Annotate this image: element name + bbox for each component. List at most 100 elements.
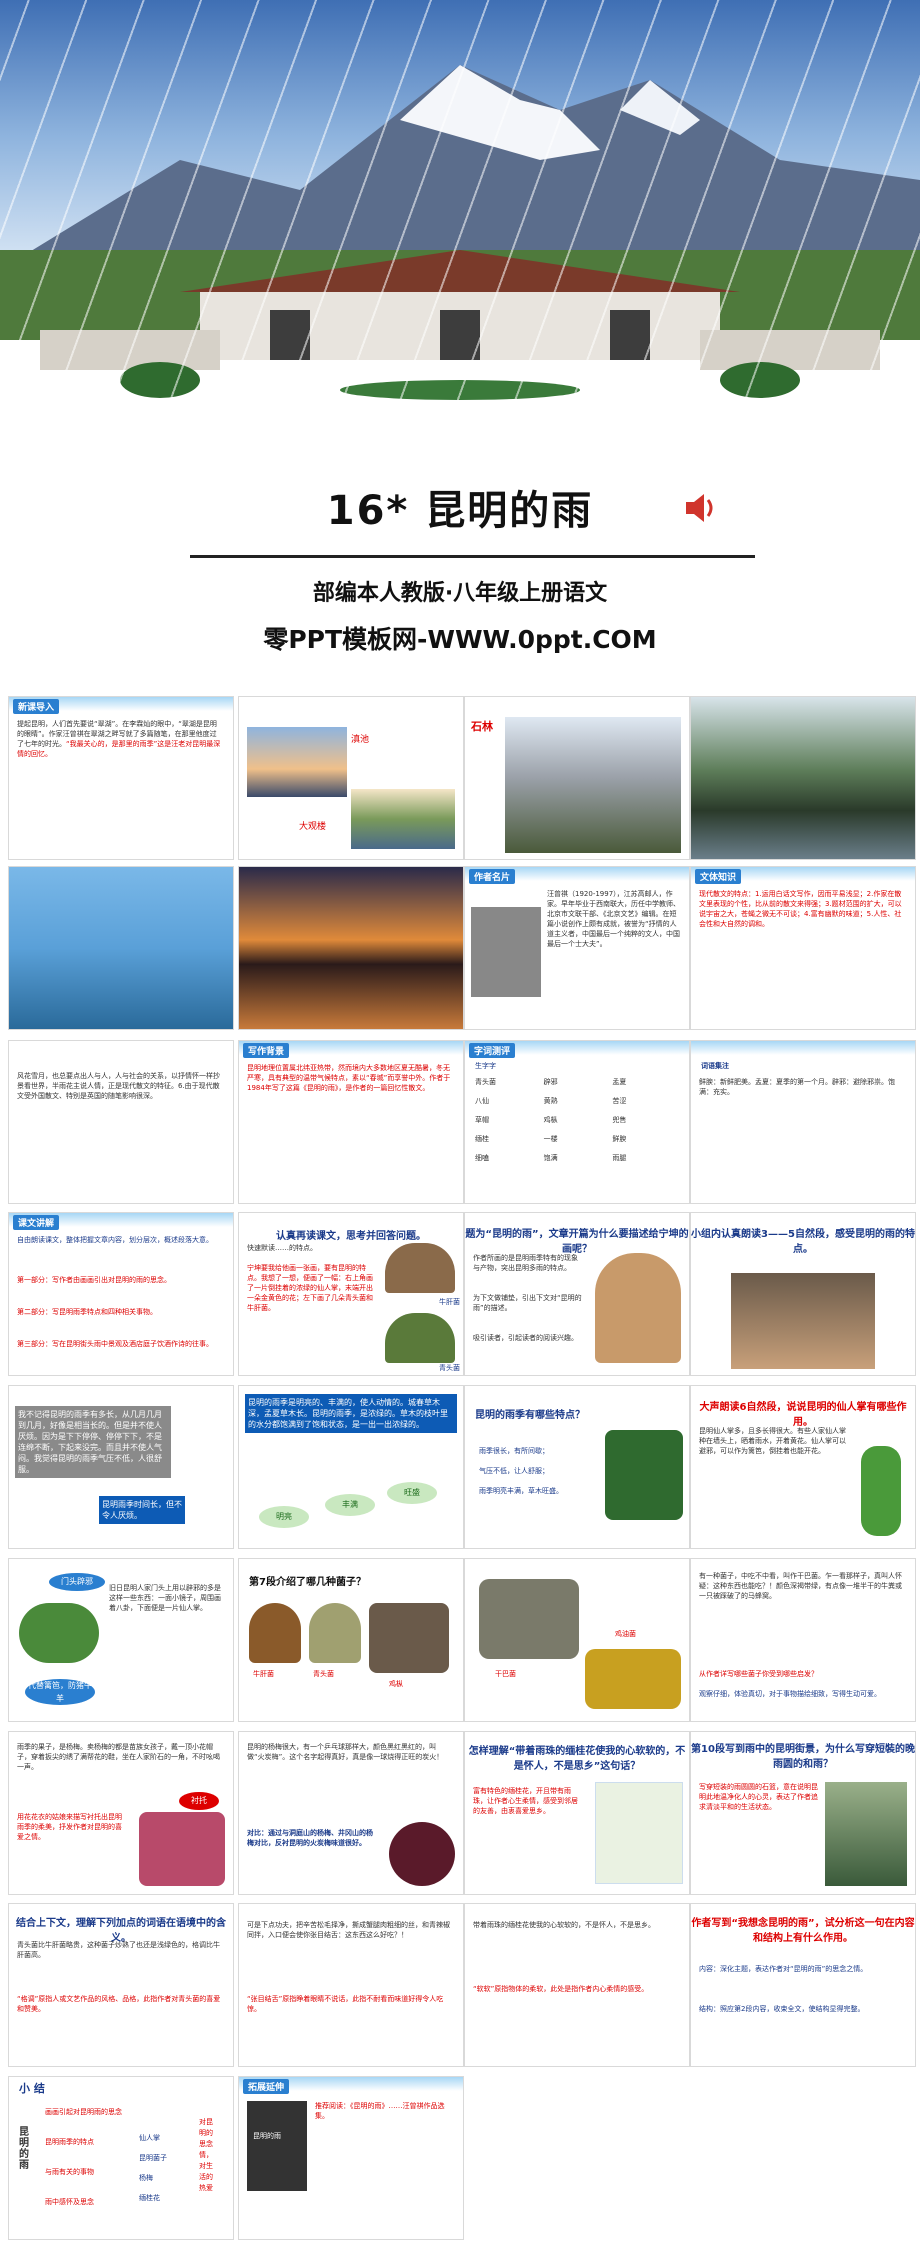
slide-mushrooms[interactable]: 第7段介绍了哪几种菌子？ 牛肝菌 青头菌 鸡枞 [238, 1558, 464, 1722]
hero-banner [0, 0, 920, 468]
girls-photo [139, 1812, 225, 1886]
slide-glossary[interactable]: 词语集注 鲜腴：新鲜肥美。孟夏：夏季的第一个月。辟邪：避除邪祟。饱满：充实。 [690, 1040, 916, 1204]
question-title: 题为“昆明的雨”，文章开篇为什么要描述给宁坤的画呢？ [465, 1229, 689, 1255]
keyword-bubble: 丰满 [325, 1494, 375, 1516]
slide-question1[interactable]: 认真再读课文，思考并回答问题。 快速默读……的特点。 宁坤要我给他画一张画，要有… [238, 1212, 464, 1376]
vocab-grid: 青头菌 辟邪 孟夏 八仙 黄熟 苦涩 草帽 鸡枞 兜售 缅桂 一楼 鲜腴 细嗑 … [475, 1077, 681, 1164]
book-cover: 昆明的雨 [247, 2101, 307, 2191]
slide-header [691, 1041, 915, 1055]
slide-word-context-3[interactable]: 带着雨珠的缅桂花使我的心软软的，不是怀人，不是思乡。 “软软”原指物体的柔软，此… [464, 1903, 690, 2067]
mushroom-name: 牛肝菌 [253, 1670, 274, 1678]
slide-cactus[interactable]: 大声朗读6自然段，说说昆明的仙人掌有哪些作用。 昆明仙人掌多，且多长得很大。有些… [690, 1385, 916, 1549]
vocab-word: 青头菌 [475, 1078, 496, 1086]
slide-label: 拓展延伸 [243, 2079, 290, 2094]
slide-ganba[interactable]: 有一种菌子，中吃不中看，叫作干巴菌。乍一看那样子，真叫人怀疑：这种东西也能吃？！… [690, 1558, 916, 1722]
dianchi-photo [247, 727, 347, 797]
mushroom-photo [309, 1603, 361, 1663]
bubble-label: 门头辟邪 [49, 1573, 105, 1591]
slide-question2[interactable]: 题为“昆明的雨”，文章开篇为什么要描述给宁坤的画呢？ 作者所画的是昆明雨季特有的… [464, 1212, 690, 1376]
answer-3: 吸引读者，引起读者的阅读兴趣。 [473, 1334, 578, 1342]
answer-2: 为下文做铺垫，引出下文对“昆明的雨”的描述。 [473, 1294, 582, 1312]
passage-box: 昆明的雨季是明亮的、丰满的，使人动情的。城春草木深，孟夏草木长。昆明的雨季，是浓… [245, 1394, 457, 1433]
vocab-word: 雨腿 [612, 1154, 627, 1162]
slide-willow-photo[interactable] [8, 866, 234, 1030]
title-divider [190, 555, 755, 558]
slide-label: 写作背景 [243, 1043, 290, 1058]
slide-shilin[interactable]: 石林 [464, 696, 690, 860]
edition-subtitle: 部编本人教版·八年级上册语文 [312, 581, 608, 606]
vocab-word: 鸡枞 [543, 1116, 558, 1124]
mushroom-name: 鸡枞 [389, 1680, 403, 1688]
vocab-word: 饱满 [543, 1154, 558, 1162]
slide-street[interactable]: 第10段写到雨中的昆明街景，为什么写穿短裝的晚雨圆的和雨？ 写穿短装的雨圆圆的石… [690, 1731, 916, 1895]
lake-photo [691, 697, 915, 859]
mushroom-name: 鸡油菌 [615, 1630, 636, 1638]
vocab-word: 兜售 [612, 1116, 627, 1124]
author-portrait [471, 907, 541, 997]
bayberry-text: 雨季的果子，是杨梅。卖杨梅的都是苗族女孩子，戴一顶小花帽子，穿着扳尖的绣了满帮花… [17, 1743, 220, 1771]
slide-extension[interactable]: 拓展延伸 昆明的雨 推荐阅读：《昆明的雨》……汪曾祺作品选集。 [238, 2076, 464, 2240]
slide-word-context-2[interactable]: 可是下点功夫，把辛苦松毛择净，撕成蟹腿肉粗细的丝，和青辣椒同拌，入口便会使你张目… [238, 1903, 464, 2067]
slide-background[interactable]: 写作背景 昆明地理位置属北纬亚热带，然而境内大多数地区夏无酷暑，冬无严寒，具有典… [238, 1040, 464, 1204]
summary-feeling: 对昆明的思念情，对生活的热爱 [199, 2118, 213, 2192]
slide-vocab[interactable]: 字词测评 生字字 青头菌 辟邪 孟夏 八仙 黄熟 苦涩 草帽 鸡枞 兜售 缅桂 … [464, 1040, 690, 1204]
mushroom-photo [249, 1603, 301, 1663]
slide-rain-features[interactable]: 昆明的雨季是明亮的、丰满的，使人动情的。城春草木深，孟夏草木长。昆明的雨季，是浓… [238, 1385, 464, 1549]
summary-bullet: 雨季明亮丰满，草木旺盛。 [479, 1487, 563, 1495]
genre-text: 现代散文的特点：1.运用白话文写作，因而平易浅显；2.作家在散文里表现的个性，比… [699, 890, 902, 928]
passage-summary: 昆明雨季时间长，但不令人厌烦。 [99, 1496, 185, 1524]
ending-content: 内容：深化主题，表达作者对“昆明的雨”的思念之情。 [699, 1965, 868, 1973]
slide-bayberry[interactable]: 昆明的杨梅很大，有一个乒乓球那样大，颜色黑红黑红的，叫做“火炭梅”。这个名字起得… [238, 1731, 464, 1895]
vocab-word: 辟邪 [543, 1078, 558, 1086]
mushroom-question: 第7段介绍了哪几种菌子？ [249, 1577, 366, 1588]
slide-reading-task[interactable]: 小组内认真朗读3——5自然段，感受昆明的雨的特点。 [690, 1212, 916, 1376]
slide-genre-cont[interactable]: 风花雪月，也总要点出人与人，人与社会的关系，以抒情怀一样抄景看世界，半雨花主说人… [8, 1040, 234, 1204]
slide-structure[interactable]: 课文讲解 自由朗读课文，整体把握文章内容，划分层次，概述段落大意。 第一部分：写… [8, 1212, 234, 1376]
slide-dianchi[interactable]: 滇池 大观楼 [238, 696, 464, 860]
vocab-word: 孟夏 [612, 1078, 627, 1086]
summary-sub: 杨梅 [139, 2174, 153, 2182]
passage-box: 我不记得昆明的雨季有多长，从几月几月到几月，好像是相当长的。但是并不使人厌烦。因… [15, 1406, 171, 1478]
genre-cont-text: 风花雪月，也总要点出人与人，人与社会的关系，以抒情怀一样抄景看世界，半雨花主说人… [17, 1072, 220, 1100]
structure-intro: 自由朗读课文，整体把握文章内容，划分层次，概述段落大意。 [17, 1236, 213, 1244]
cactus-illustration [861, 1446, 901, 1536]
slide-intro[interactable]: 新课导入 提起昆明，人们首先要说“翠湖”。在李霖灿的眼中，“翠湖是昆明的眼睛”。… [8, 696, 234, 860]
word-explanation: “软软”原指物体的柔软，此处是指作者内心柔情的感受。 [473, 1985, 649, 1993]
willow-lake-photo [9, 867, 233, 1029]
mushroom-photo [595, 1253, 681, 1363]
slide-lake-photo[interactable] [690, 696, 916, 860]
bayberry-photo [389, 1822, 455, 1886]
task-title: 小组内认真朗读3——5自然段，感受昆明的雨的特点。 [691, 1229, 915, 1255]
slide-michelia[interactable]: 怎样理解“带着雨珠的缅桂花使我的心软软的，不是怀人，不是思乡”这句话？ 富有特色… [464, 1731, 690, 1895]
slide-bayberry-girls[interactable]: 雨季的果子，是杨梅。卖杨梅的都是苗族女孩子，戴一顶小花帽子，穿着扳尖的绣了满帮花… [8, 1731, 234, 1895]
slide-mushrooms-2[interactable]: 干巴菌 鸡油菌 [464, 1558, 690, 1722]
slide-ending[interactable]: 作者写到“我想念昆明的雨”，试分析这一句在内容和结构上有什么作用。 内容：深化主… [690, 1903, 916, 2067]
daguanlou-label: 大观楼 [299, 822, 327, 832]
mushroom-name: 干巴菌 [495, 1670, 516, 1678]
sunset-photo [239, 867, 463, 1029]
slide-summary[interactable]: 小 结 昆明的雨 画画引起对昆明雨的思念 昆明雨季的特点 与雨有关的事物 雨中感… [8, 2076, 234, 2240]
summary-item: 雨中感怀及思念 [45, 2198, 94, 2206]
slide-label: 课文讲解 [13, 1215, 60, 1230]
vocab-word: 细嗑 [475, 1154, 489, 1162]
word-sentence: 可是下点功夫，把辛苦松毛择净，撕成蟹腿肉粗细的丝，和青辣椒同拌，入口便会使你张目… [247, 1921, 450, 1939]
slide-text: 提起昆明，人们首先要说“翠湖”。在李霖灿的眼中，“翠湖是昆明的眼睛”。作家汪曾祺… [17, 719, 223, 759]
slide-genre[interactable]: 文体知识 现代散文的特点：1.运用白话文写作，因而平易浅显；2.作家在散文里表现… [690, 866, 916, 1030]
mushroom-label: 牛肝菌 [439, 1298, 460, 1306]
door-text: 旧日昆明人家门头上用以辟邪的多是这样一些东西：一面小镜子，周围画着八卦，下面便是… [109, 1584, 221, 1612]
michelia-question: 怎样理解“带着雨珠的缅桂花使我的心软软的，不是怀人，不是思乡”这句话？ [468, 1746, 686, 1772]
slide-rain-season[interactable]: 我不记得昆明的雨季有多长，从几月几月到几月，好像是相当长的。但是并不使人厌烦。因… [8, 1385, 234, 1549]
cactus-photo [19, 1603, 99, 1663]
vocab-word: 缅桂 [475, 1135, 489, 1143]
summary-item: 与雨有关的事物 [45, 2168, 94, 2176]
slide-author[interactable]: 作者名片 汪曾祺（1920-1997），江苏高邮人，作家。早年毕业于西南联大，历… [464, 866, 690, 1030]
slide-door-ward[interactable]: 门头辟邪 旧日昆明人家门头上用以辟邪的多是这样一些东西：一面小镜子，周围画着八卦… [8, 1558, 234, 1722]
slide-word-context[interactable]: 结合上下文，理解下列加点的词语在语境中的含义。 青头菌比牛肝菌略贵，这种菌子炒熟… [8, 1903, 234, 2067]
summary-main: 昆明的雨 [19, 2127, 29, 2171]
keyword-bubble: 旺盛 [387, 1482, 437, 1504]
author-bio: 汪曾祺（1920-1997），江苏高邮人，作家。早年毕业于西南联大，历任中学教师… [547, 890, 680, 948]
slide-rain-summary[interactable]: 昆明的雨季有哪些特点？ 雨季很长，有所间歇； 气压不低，让人舒服； 雨季明亮丰满… [464, 1385, 690, 1549]
summary-item: 昆明雨季的特点 [45, 2138, 94, 2146]
slide-sunset-photo[interactable] [238, 866, 464, 1030]
speaker-icon[interactable] [680, 488, 720, 528]
